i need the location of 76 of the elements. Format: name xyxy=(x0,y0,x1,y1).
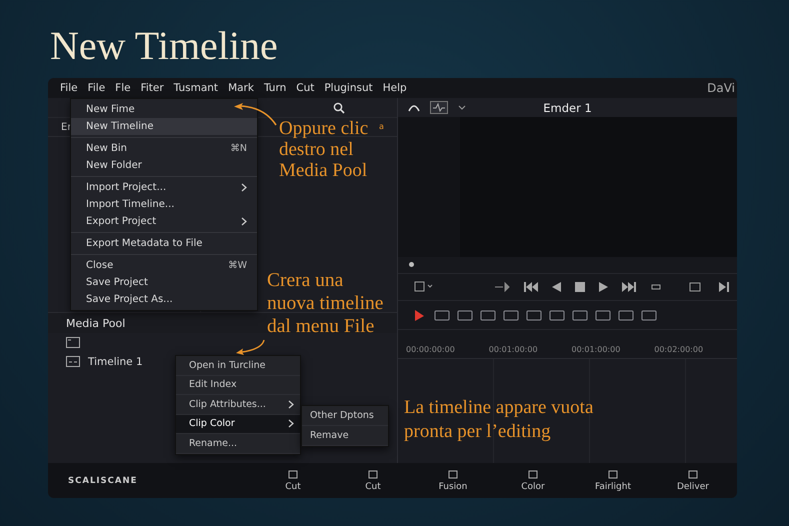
page-tab[interactable]: Cut xyxy=(253,469,333,492)
menu-item[interactable]: Tusmant xyxy=(174,82,218,94)
search-icon[interactable] xyxy=(333,102,345,114)
menu-item[interactable]: File xyxy=(88,82,106,94)
page-icon xyxy=(287,469,299,480)
menu-item[interactable]: Remave xyxy=(302,426,388,446)
tool-icon[interactable] xyxy=(456,308,474,322)
page-tab[interactable]: Fusion xyxy=(413,469,493,492)
menu-item[interactable]: Turn xyxy=(264,82,286,94)
arrow xyxy=(234,103,278,127)
tool-icon[interactable] xyxy=(594,308,612,322)
fullscreen-icon[interactable] xyxy=(689,282,701,292)
page-tab[interactable]: Fairlight xyxy=(573,469,653,492)
tool-icon[interactable] xyxy=(571,308,589,322)
menu-item[interactable]: New Bin ⌘N xyxy=(71,140,257,157)
page-icon xyxy=(527,469,539,480)
play-icon[interactable] xyxy=(599,282,608,292)
menu-item[interactable]: Save Project xyxy=(71,274,257,291)
annotation: La timeline appare vuota pronta per l’editing xyxy=(404,396,594,444)
page-icon xyxy=(447,469,459,480)
menu-item[interactable]: New Timeline xyxy=(71,118,257,135)
menu-item[interactable]: File xyxy=(60,82,78,94)
skip-back-icon[interactable] xyxy=(524,282,538,292)
play-reverse-icon[interactable] xyxy=(552,282,561,292)
page-tab[interactable]: Cut xyxy=(333,469,413,492)
menu-item[interactable]: New Folder xyxy=(71,157,257,174)
timeline-item[interactable]: Timeline 1 xyxy=(88,356,143,368)
page-icon xyxy=(367,469,379,480)
tool-icon[interactable] xyxy=(548,308,566,322)
timecode: 00:01:00:00 xyxy=(488,344,539,354)
jump-icon[interactable] xyxy=(494,282,510,292)
timecode: 00:01:00:00 xyxy=(572,344,622,354)
tool-icon[interactable] xyxy=(525,308,543,322)
timecode: 00:02:00:00 xyxy=(654,344,704,354)
annotation: Crera una nuova timeline dal menu File xyxy=(267,269,384,338)
tool-icon[interactable] xyxy=(640,308,658,322)
slide-title: New Timeline xyxy=(49,22,279,70)
annotation-mark: a xyxy=(379,122,384,131)
menu-item[interactable]: Mark xyxy=(228,82,254,94)
menu-item[interactable]: Open in Turcline xyxy=(176,356,300,376)
bin-icon[interactable] xyxy=(66,337,80,348)
viewer-title: Emder 1 xyxy=(543,100,592,114)
tool-icon[interactable] xyxy=(502,308,520,322)
end-icon[interactable] xyxy=(719,282,729,292)
chevron-icon[interactable] xyxy=(458,104,466,110)
menu-item[interactable]: Save Project As... xyxy=(71,291,257,308)
skip-forward-icon[interactable] xyxy=(622,282,636,292)
menu-item[interactable]: Export Project xyxy=(71,213,257,230)
tool-icon[interactable] xyxy=(479,308,497,322)
menu-item[interactable]: Edit Index xyxy=(176,376,300,395)
menu-item[interactable]: Pluginsut xyxy=(324,82,373,94)
brand-logo: SCALISCANE xyxy=(67,476,138,486)
tool-icon[interactable] xyxy=(433,308,451,322)
menu-item[interactable]: Import Timeline... xyxy=(71,196,257,213)
tool-icon[interactable] xyxy=(617,308,635,322)
menu-item[interactable]: Fle xyxy=(115,82,131,94)
menu-item[interactable]: Export Metadata to File xyxy=(71,235,257,252)
menu-item[interactable]: Import Project... xyxy=(71,179,257,196)
page-tab[interactable]: Color xyxy=(493,469,573,492)
page-tab[interactable]: Deliver xyxy=(653,469,733,492)
menu-item[interactable]: Help xyxy=(382,82,407,94)
menu-item[interactable]: Rename... xyxy=(176,434,300,454)
annotation: Oppure clic destro nel Media Pool xyxy=(279,118,368,181)
timecode: 00:00:00:00 xyxy=(406,344,456,354)
app-name: DaVi xyxy=(707,81,736,95)
page-icon xyxy=(687,469,699,480)
panel-title: Media Pool xyxy=(66,316,126,330)
menu-item[interactable]: Clip Color xyxy=(176,414,300,434)
timeline-icon xyxy=(66,356,80,367)
waveform-icon[interactable] xyxy=(430,101,448,114)
page-icon xyxy=(607,469,619,480)
menu-item[interactable]: New Fime xyxy=(71,101,257,118)
menu-item[interactable]: Other Dptons xyxy=(302,406,388,426)
menu-item[interactable]: Fiter xyxy=(140,82,164,94)
menu-item[interactable]: Close ⌘W xyxy=(71,257,257,274)
menu-item[interactable]: Cut xyxy=(296,82,314,94)
